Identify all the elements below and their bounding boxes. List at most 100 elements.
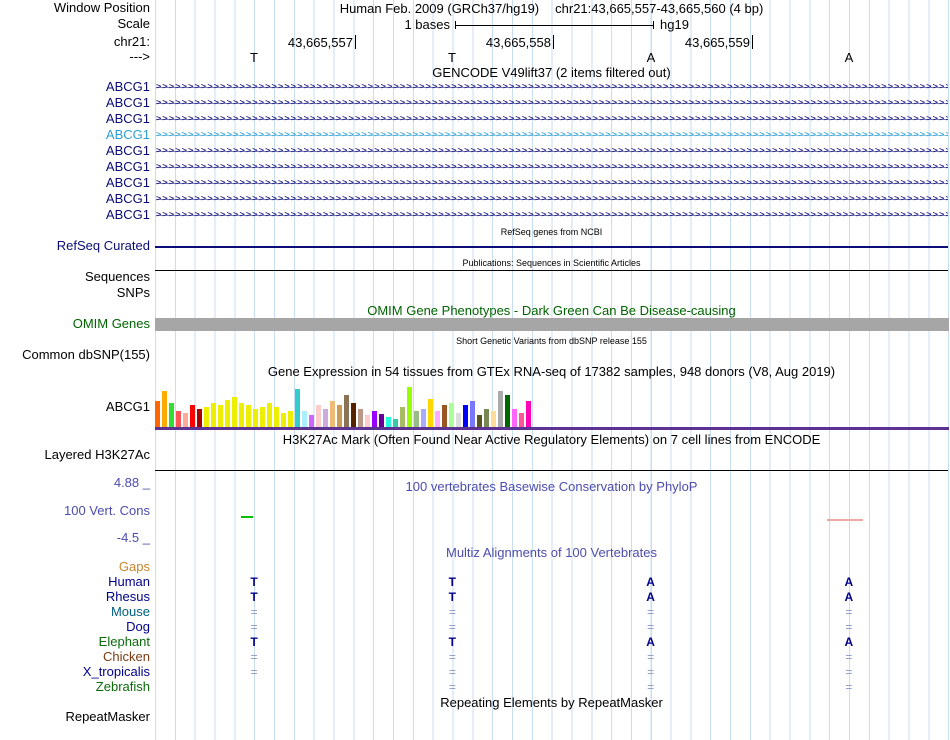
gtex-expression-bar[interactable] <box>344 395 349 427</box>
gtex-expression-bar[interactable] <box>365 415 370 427</box>
gtex-expression-bar[interactable] <box>281 413 286 427</box>
gtex-expression-bar[interactable] <box>162 391 167 427</box>
species-label-human[interactable]: Human <box>0 575 150 589</box>
track-label-100-vert-cons[interactable]: 100 Vert. Cons <box>0 504 150 518</box>
gtex-expression-bar[interactable] <box>190 405 195 427</box>
species-label-mouse[interactable]: Mouse <box>0 605 150 619</box>
track-title-publications[interactable]: Publications: Sequences in Scientific Ar… <box>155 258 948 268</box>
gtex-expression-bar[interactable] <box>526 401 531 427</box>
species-label-elephant[interactable]: Elephant <box>0 635 150 649</box>
track-label-snps[interactable]: SNPs <box>0 286 150 300</box>
gene-label-abcg1[interactable]: ABCG1 <box>0 160 150 174</box>
gtex-expression-bar[interactable] <box>323 409 328 427</box>
gtex-expression-bar[interactable] <box>309 415 314 427</box>
track-title-h3k27ac[interactable]: H3K27Ac Mark (Often Found Near Active Re… <box>155 433 948 447</box>
track-title-repeatmasker[interactable]: Repeating Elements by RepeatMasker <box>155 696 948 710</box>
gtex-expression-bar[interactable] <box>295 389 300 427</box>
species-label-dog[interactable]: Dog <box>0 620 150 634</box>
gtex-expression-bar[interactable] <box>288 411 293 427</box>
gene-label-abcg1[interactable]: ABCG1 <box>0 144 150 158</box>
gtex-expression-bar[interactable] <box>218 405 223 427</box>
gtex-expression-bar[interactable] <box>155 401 160 427</box>
track-title-dbsnp[interactable]: Short Genetic Variants from dbSNP releas… <box>155 336 948 346</box>
gene-intron-arrows[interactable]: >>>>>>>>>>>>>>>>>>>>>>>>>>>>>>>>>>>>>>>>… <box>156 80 948 94</box>
track-label-common-dbsnp[interactable]: Common dbSNP(155) <box>0 348 150 362</box>
gtex-expression-bar[interactable] <box>463 405 468 427</box>
gtex-expression-bar[interactable] <box>351 403 356 427</box>
gtex-expression-bar[interactable] <box>421 409 426 427</box>
track-title-omim[interactable]: OMIM Gene Phenotypes - Dark Green Can Be… <box>155 304 948 318</box>
gtex-expression-bar[interactable] <box>372 411 377 427</box>
species-label-chicken[interactable]: Chicken <box>0 650 150 664</box>
gtex-expression-bar[interactable] <box>316 405 321 427</box>
gene-label-abcg1[interactable]: ABCG1 <box>0 80 150 94</box>
species-label-rhesus[interactable]: Rhesus <box>0 590 150 604</box>
gtex-expression-bar[interactable] <box>414 411 419 427</box>
gtex-expression-bar[interactable] <box>484 409 489 427</box>
gtex-expression-bar[interactable] <box>512 409 517 427</box>
gtex-expression-bar[interactable] <box>260 407 265 427</box>
gtex-expression-bar[interactable] <box>204 407 209 427</box>
track-title-gencode[interactable]: GENCODE V49lift37 (2 items filtered out) <box>155 66 948 80</box>
track-title-phylop[interactable]: 100 vertebrates Basewise Conservation by… <box>155 480 948 494</box>
track-title-multiz[interactable]: Multiz Alignments of 100 Vertebrates <box>155 546 948 560</box>
species-label-zebrafish[interactable]: Zebrafish <box>0 680 150 694</box>
refseq-curated-track-line[interactable] <box>155 246 948 248</box>
gtex-expression-bar[interactable] <box>246 405 251 427</box>
gene-label-abcg1[interactable]: ABCG1 <box>0 208 150 222</box>
gtex-expression-bar[interactable] <box>274 407 279 427</box>
gtex-expression-bar[interactable] <box>505 395 510 427</box>
gene-intron-arrows[interactable]: >>>>>>>>>>>>>>>>>>>>>>>>>>>>>>>>>>>>>>>>… <box>156 112 948 126</box>
gtex-expression-bar[interactable] <box>183 413 188 427</box>
gtex-expression-bar[interactable] <box>470 401 475 427</box>
gtex-expression-bar[interactable] <box>379 414 384 427</box>
gtex-expression-barchart[interactable] <box>155 385 533 427</box>
gene-intron-arrows[interactable]: >>>>>>>>>>>>>>>>>>>>>>>>>>>>>>>>>>>>>>>>… <box>156 160 948 174</box>
gtex-expression-bar[interactable] <box>449 403 454 427</box>
gene-label-abcg1[interactable]: ABCG1 <box>0 128 150 142</box>
gtex-expression-bar[interactable] <box>358 409 363 427</box>
gtex-expression-bar[interactable] <box>435 411 440 427</box>
gtex-expression-bar[interactable] <box>337 405 342 427</box>
gtex-expression-bar[interactable] <box>477 415 482 427</box>
gtex-expression-bar[interactable] <box>407 387 412 427</box>
species-label-x_tropicalis[interactable]: X_tropicalis <box>0 665 150 679</box>
gene-intron-arrows[interactable]: >>>>>>>>>>>>>>>>>>>>>>>>>>>>>>>>>>>>>>>>… <box>156 128 948 142</box>
omim-genes-bar[interactable] <box>155 318 949 331</box>
gtex-expression-bar[interactable] <box>302 411 307 427</box>
track-title-refseq[interactable]: RefSeq genes from NCBI <box>155 227 948 237</box>
gene-intron-arrows[interactable]: >>>>>>>>>>>>>>>>>>>>>>>>>>>>>>>>>>>>>>>>… <box>156 96 948 110</box>
track-label-sequences[interactable]: Sequences <box>0 270 150 284</box>
gene-intron-arrows[interactable]: >>>>>>>>>>>>>>>>>>>>>>>>>>>>>>>>>>>>>>>>… <box>156 208 948 222</box>
gtex-expression-bar[interactable] <box>197 409 202 427</box>
gene-intron-arrows[interactable]: >>>>>>>>>>>>>>>>>>>>>>>>>>>>>>>>>>>>>>>>… <box>156 176 948 190</box>
gtex-expression-bar[interactable] <box>442 405 447 427</box>
gtex-expression-bar[interactable] <box>211 403 216 427</box>
gtex-expression-bar[interactable] <box>491 411 496 427</box>
gtex-expression-bar[interactable] <box>400 407 405 427</box>
gtex-expression-bar[interactable] <box>428 399 433 427</box>
gtex-expression-bar[interactable] <box>253 409 258 427</box>
track-label-repeatmasker[interactable]: RepeatMasker <box>0 710 150 724</box>
gtex-expression-bar[interactable] <box>232 397 237 427</box>
publications-track-line[interactable] <box>155 270 948 271</box>
track-label-refseq-curated[interactable]: RefSeq Curated <box>0 239 150 253</box>
gtex-expression-bar[interactable] <box>169 403 174 427</box>
gtex-expression-bar[interactable] <box>176 411 181 427</box>
gtex-expression-bar[interactable] <box>239 403 244 427</box>
gene-label-abcg1[interactable]: ABCG1 <box>0 192 150 206</box>
track-title-gtex[interactable]: Gene Expression in 54 tissues from GTEx … <box>155 365 948 379</box>
gtex-expression-bar[interactable] <box>386 417 391 427</box>
gtex-expression-bar[interactable] <box>330 401 335 427</box>
gene-label-abcg1[interactable]: ABCG1 <box>0 112 150 126</box>
gene-intron-arrows[interactable]: >>>>>>>>>>>>>>>>>>>>>>>>>>>>>>>>>>>>>>>>… <box>156 192 948 206</box>
gene-intron-arrows[interactable]: >>>>>>>>>>>>>>>>>>>>>>>>>>>>>>>>>>>>>>>>… <box>156 144 948 158</box>
gtex-expression-bar[interactable] <box>225 400 230 427</box>
track-label-gtex-abcg1[interactable]: ABCG1 <box>0 400 150 414</box>
track-label-layered-h3k27ac[interactable]: Layered H3K27Ac <box>0 448 150 462</box>
gtex-expression-bar[interactable] <box>393 419 398 427</box>
species-label-gaps[interactable]: Gaps <box>0 560 150 574</box>
gene-label-abcg1[interactable]: ABCG1 <box>0 96 150 110</box>
gtex-expression-bar[interactable] <box>519 413 524 427</box>
gtex-expression-bar[interactable] <box>267 403 272 427</box>
